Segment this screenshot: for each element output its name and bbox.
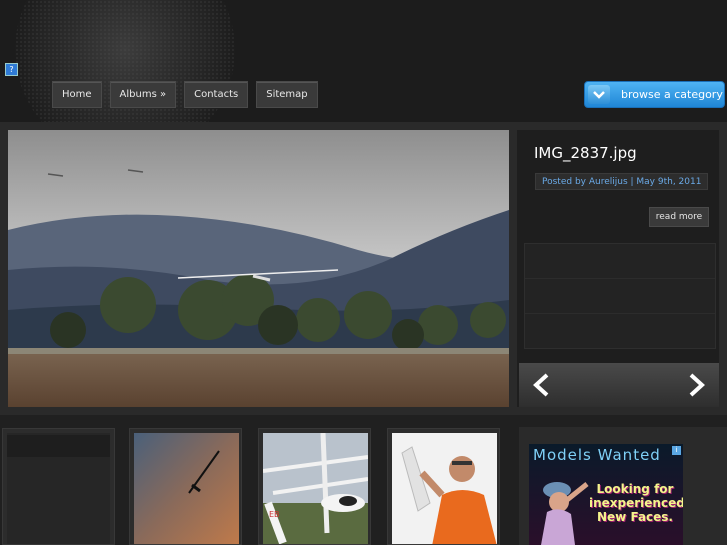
thumbnail-man-flag[interactable]	[387, 428, 500, 545]
thumbnail-glider-sunset[interactable]	[129, 428, 242, 545]
post-meta[interactable]: Posted by Aurelijus | May 9th, 2011	[535, 173, 708, 190]
featured-title[interactable]: IMG_2837.jpg	[534, 144, 637, 162]
slider-controls	[519, 363, 719, 407]
browse-category-label: browse a category	[621, 88, 723, 101]
thumbnail-empty[interactable]	[2, 428, 115, 545]
nav-albums[interactable]: Albums »	[109, 81, 177, 108]
chevron-down-icon	[588, 85, 610, 104]
chevron-right-icon[interactable]	[675, 363, 719, 407]
nav-home[interactable]: Home	[52, 81, 102, 108]
nav-sitemap[interactable]: Sitemap	[256, 81, 318, 108]
ad-banner[interactable]: Models Wanted Looking for inexperienced …	[529, 444, 683, 545]
read-more-button[interactable]: read more	[649, 207, 709, 227]
browse-category-button[interactable]: browse a category	[584, 81, 725, 108]
broken-image-icon: ?	[5, 63, 18, 76]
ad-text: Looking for inexperienced New Faces.	[589, 482, 683, 524]
nav-contacts[interactable]: Contacts	[184, 81, 249, 108]
thumbnail-strip: EB Models Wanted Looking for inexperienc…	[0, 415, 727, 545]
excerpt-area	[524, 243, 716, 349]
ad-info-icon[interactable]: i	[672, 446, 681, 455]
svg-text:EB: EB	[269, 510, 280, 519]
thumbnail-gliders-airfield[interactable]: EB	[258, 428, 371, 545]
site-header: ? Home Albums » Contacts Sitemap browse …	[0, 0, 727, 122]
advertisement[interactable]: Models Wanted Looking for inexperienced …	[519, 427, 727, 545]
featured-photo[interactable]	[8, 130, 509, 407]
ad-title: Models Wanted	[533, 446, 661, 464]
main-nav: Home Albums » Contacts Sitemap	[52, 81, 318, 108]
chevron-left-icon[interactable]	[519, 363, 563, 407]
